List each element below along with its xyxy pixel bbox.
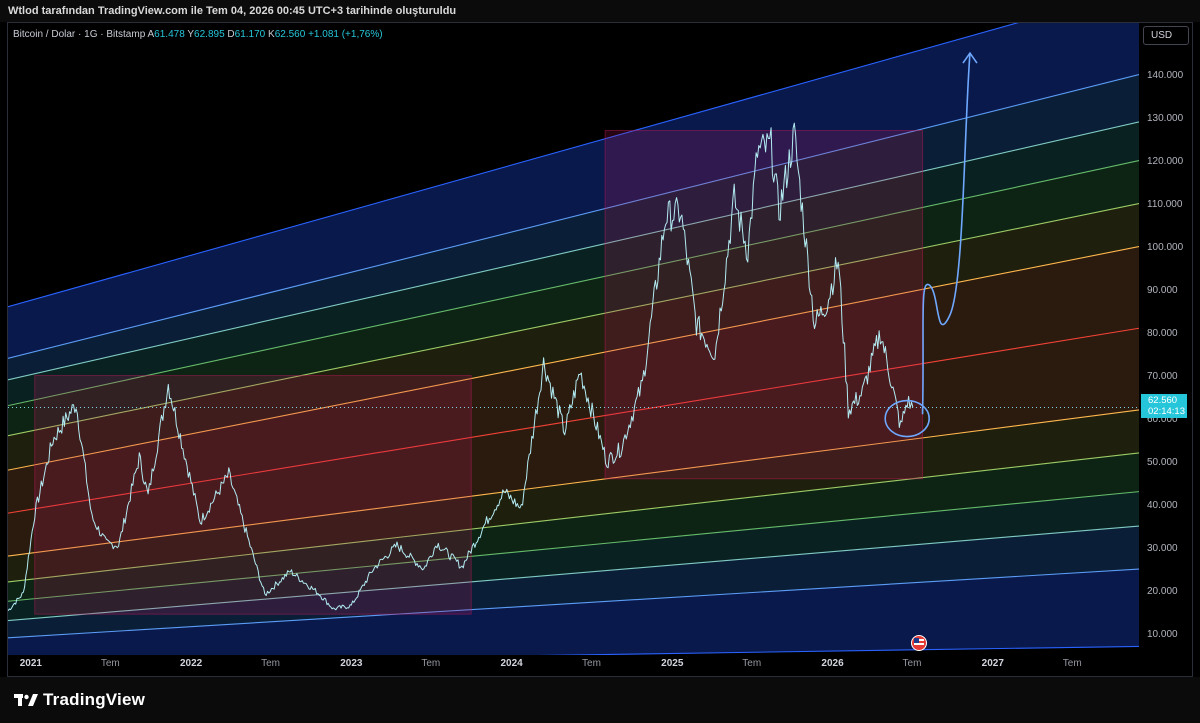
bar-countdown: 02:14:13 [1148, 406, 1185, 417]
y-tick-label: 80.000 [1147, 328, 1178, 339]
y-tick-label: 50.000 [1147, 457, 1178, 468]
x-tick-label: Tem [421, 658, 440, 669]
symbol-name: Bitcoin / Dolar · 1G · Bitstamp [13, 29, 146, 40]
low-value: 61.170 [234, 29, 266, 40]
open-value: 61.478 [154, 29, 185, 40]
close-value: 62.560 [274, 29, 306, 40]
x-tick-label: Tem [261, 658, 280, 669]
y-tick-label: 70.000 [1147, 371, 1178, 382]
price-chart[interactable]: 10.00020.00030.00040.00050.00060.00070.0… [0, 0, 1200, 723]
current-price-tag: 62.560 02:14:13 [1141, 394, 1187, 418]
x-tick-label: Tem [903, 658, 922, 669]
tradingview-logo-icon [14, 694, 38, 706]
current-price-value: 62.560 [1148, 395, 1178, 406]
symbol-legend[interactable]: Bitcoin / Dolar · 1G · Bitstamp A61.478 … [13, 29, 383, 40]
y-tick-label: 100.000 [1147, 242, 1184, 253]
x-tick-label: 2027 [982, 658, 1005, 669]
high-value: 62.895 [194, 29, 225, 40]
x-tick-label: Tem [1063, 658, 1082, 669]
low-label: D [227, 29, 235, 40]
y-tick-label: 110.000 [1147, 199, 1183, 210]
footer [0, 677, 1200, 723]
y-tick-label: 30.000 [1147, 543, 1178, 554]
x-tick-label: 2025 [661, 658, 684, 669]
highlight-box [34, 375, 472, 615]
x-tick-label: 2022 [180, 658, 203, 669]
x-tick-label: Tem [101, 658, 120, 669]
y-tick-label: 120.000 [1147, 156, 1184, 167]
y-tick-label: 90.000 [1147, 285, 1178, 296]
plot-area [8, 23, 1139, 655]
close-label: K [268, 29, 275, 40]
x-tick-label: 2024 [500, 658, 523, 669]
change-value: +1.081 (+1,76%) [308, 29, 383, 40]
y-tick-label: 40.000 [1147, 500, 1178, 511]
y-tick-label: 10.000 [1147, 629, 1178, 640]
y-tick-label: 130.000 [1147, 113, 1184, 124]
x-tick-label: Tem [742, 658, 761, 669]
us-flag-event-icon[interactable] [911, 635, 927, 651]
x-tick-label: Tem [582, 658, 601, 669]
y-tick-label: 140.000 [1147, 70, 1184, 81]
x-tick-label: 2021 [20, 658, 43, 669]
x-tick-label: 2023 [340, 658, 363, 669]
brand-name: TradingView [43, 690, 146, 709]
currency-selector[interactable]: USD [1143, 26, 1189, 45]
y-tick-label: 20.000 [1147, 586, 1178, 597]
tradingview-logo[interactable]: TradingView [14, 690, 145, 710]
x-tick-label: 2026 [821, 658, 844, 669]
